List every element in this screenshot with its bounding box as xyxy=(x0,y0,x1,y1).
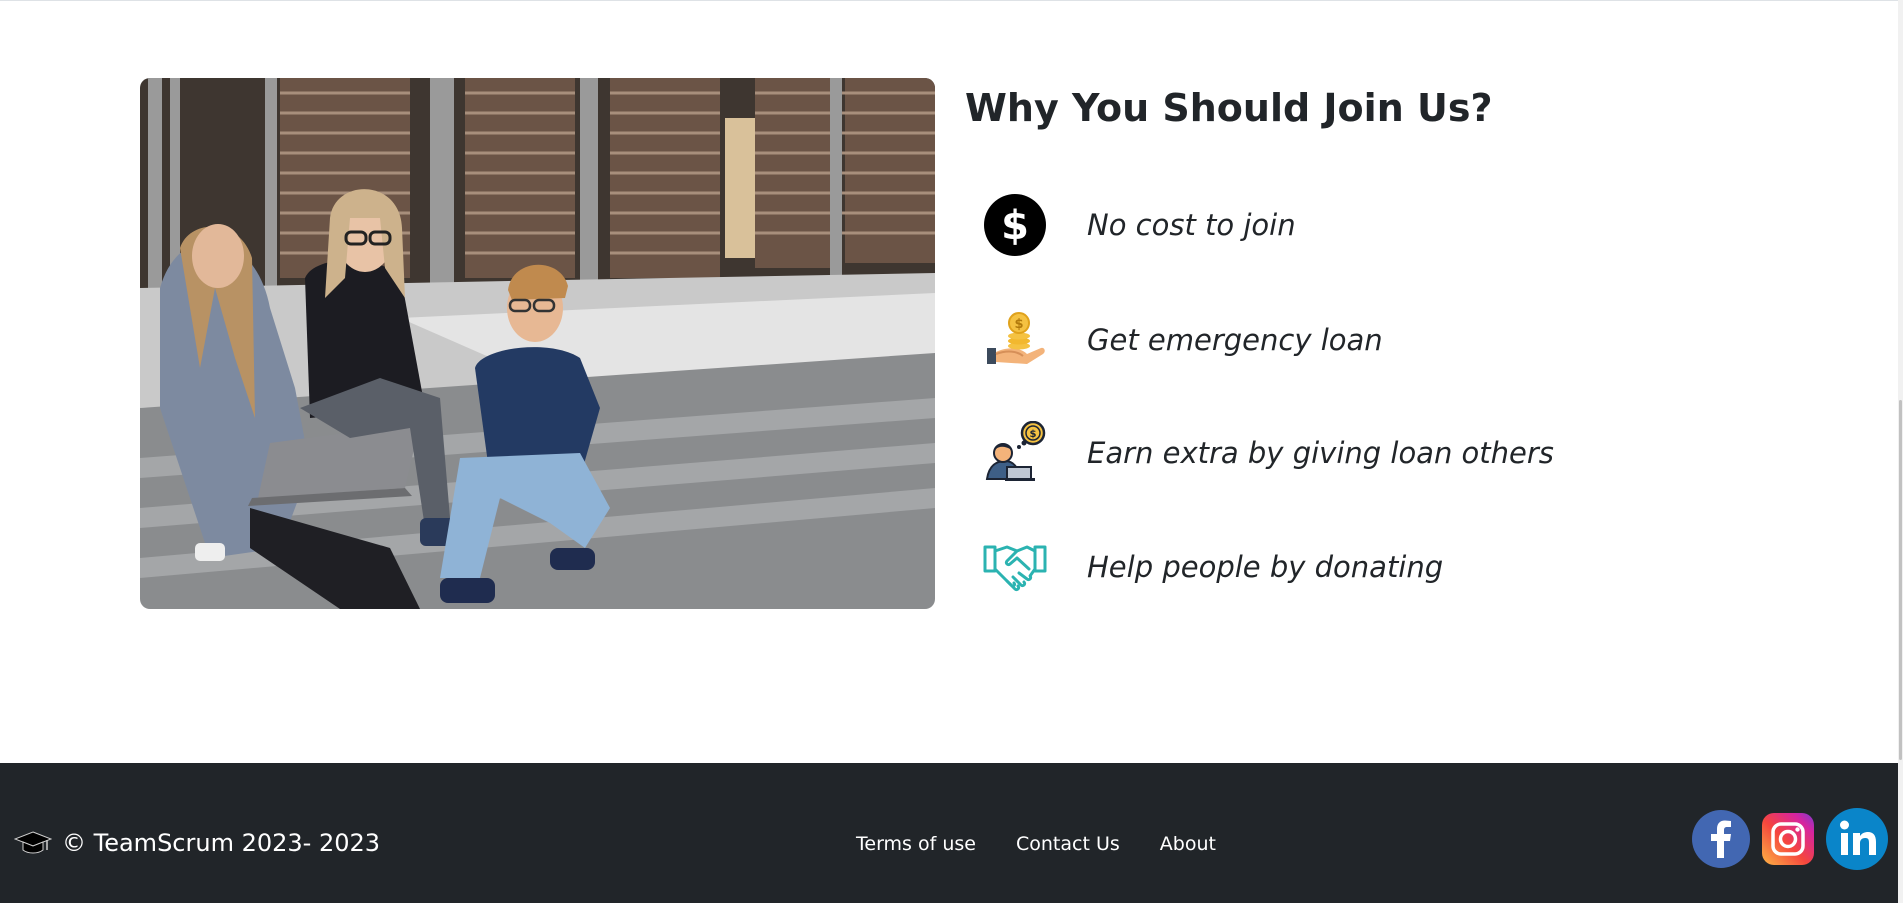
social-links xyxy=(1680,808,1888,870)
graduation-cap-icon xyxy=(14,831,52,854)
benefit-item-donating: Help people by donating xyxy=(982,535,1443,599)
copyright-text: © TeamScrum 2023- 2023 xyxy=(62,829,381,857)
facebook-icon[interactable] xyxy=(1692,810,1750,868)
dollar-coin-icon: $ xyxy=(982,193,1048,257)
benefit-text: Get emergency loan xyxy=(1087,323,1383,357)
benefit-item-no-cost: $ No cost to join xyxy=(982,193,1296,257)
contact-us-link[interactable]: Contact Us xyxy=(1016,833,1120,855)
benefit-text: Help people by donating xyxy=(1087,550,1444,584)
top-divider xyxy=(0,0,1903,1)
benefit-text: No cost to join xyxy=(1087,208,1296,242)
footer: © TeamScrum 2023- 2023 Terms of use Cont… xyxy=(0,763,1898,903)
page-scrollbar[interactable] xyxy=(1898,0,1903,903)
about-link[interactable]: About xyxy=(1160,833,1216,855)
handshake-icon xyxy=(982,535,1048,599)
join-title: Why You Should Join Us? xyxy=(965,86,1493,130)
footer-links: Terms of use Contact Us About xyxy=(856,829,1256,859)
benefit-item-emergency-loan: $ Get emergency loan xyxy=(982,308,1383,372)
person-laptop-thinking-money-icon: $ xyxy=(982,421,1048,485)
svg-text:$: $ xyxy=(1030,429,1037,440)
scrollbar-thumb[interactable] xyxy=(1899,400,1902,760)
instagram-icon[interactable] xyxy=(1762,813,1814,865)
linkedin-icon[interactable] xyxy=(1826,808,1888,870)
footer-brand: © TeamScrum 2023- 2023 xyxy=(14,823,380,863)
page: Why You Should Join Us? $ No cost to joi… xyxy=(0,0,1903,903)
svg-text:$: $ xyxy=(1014,317,1023,332)
benefit-text: Earn extra by giving loan others xyxy=(1087,436,1554,470)
svg-text:$: $ xyxy=(1001,203,1029,249)
hero-photo xyxy=(140,78,935,609)
terms-of-use-link[interactable]: Terms of use xyxy=(856,833,976,855)
hand-holding-coins-icon: $ xyxy=(982,308,1048,372)
benefit-item-earn-extra: $ Earn extra by giving loan others xyxy=(982,421,1554,485)
